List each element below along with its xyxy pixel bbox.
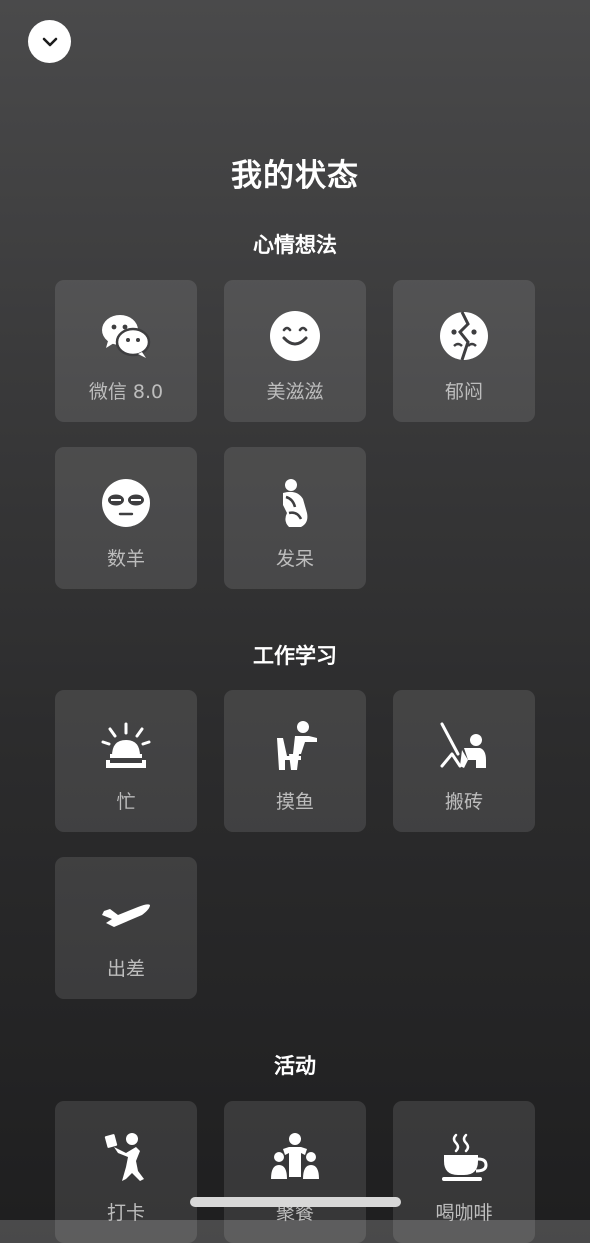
status-label: 郁闷 <box>444 381 483 403</box>
airplane-icon <box>55 887 197 939</box>
status-label: 出差 <box>106 958 145 980</box>
smiley-icon <box>224 310 366 362</box>
status-tile-dinner[interactable]: 聚餐 <box>224 1101 366 1243</box>
status-tile-happy[interactable]: 美滋滋 <box>224 280 366 422</box>
status-tile-counting-sheep[interactable]: 数羊 <box>55 447 197 589</box>
status-label: 微信 8.0 <box>88 381 164 403</box>
status-tile-wechat[interactable]: 微信 8.0 <box>55 280 197 422</box>
status-tile-business-trip[interactable]: 出差 <box>55 857 197 999</box>
status-label: 忙 <box>116 791 136 813</box>
status-tile-daze[interactable]: 发呆 <box>224 447 366 589</box>
status-tile-slacking[interactable]: 摸鱼 <box>224 690 366 832</box>
cracked-face-icon <box>393 310 535 362</box>
status-label: 喝咖啡 <box>435 1202 493 1224</box>
status-label: 美滋滋 <box>266 381 324 403</box>
status-tile-check-in[interactable]: 打卡 <box>55 1101 197 1243</box>
walking-person-icon <box>55 1131 197 1183</box>
collapse-button[interactable] <box>28 20 71 63</box>
thinker-icon <box>224 477 366 529</box>
laborer-icon <box>393 720 535 772</box>
coffee-cup-icon <box>393 1131 535 1183</box>
section-title-activity: 活动 <box>274 1054 316 1078</box>
status-label: 搬砖 <box>444 791 483 813</box>
siren-icon <box>55 720 197 772</box>
chevron-down-icon <box>40 32 60 52</box>
status-tile-busy[interactable]: 忙 <box>55 690 197 832</box>
group-people-icon <box>224 1131 366 1183</box>
status-label: 数羊 <box>106 548 145 570</box>
status-label: 摸鱼 <box>275 791 314 813</box>
section-title-work: 工作学习 <box>253 644 337 668</box>
wechat-icon <box>55 310 197 362</box>
slacking-person-icon <box>224 720 366 772</box>
status-label: 发呆 <box>275 548 314 570</box>
status-tile-gloomy[interactable]: 郁闷 <box>393 280 535 422</box>
status-label: 打卡 <box>106 1202 145 1224</box>
home-indicator[interactable] <box>190 1197 401 1207</box>
section-title-mood: 心情想法 <box>253 233 337 257</box>
page-title: 我的状态 <box>231 158 359 194</box>
sleepy-face-icon <box>55 477 197 529</box>
status-tile-grinding[interactable]: 搬砖 <box>393 690 535 832</box>
status-tile-coffee[interactable]: 喝咖啡 <box>393 1101 535 1243</box>
